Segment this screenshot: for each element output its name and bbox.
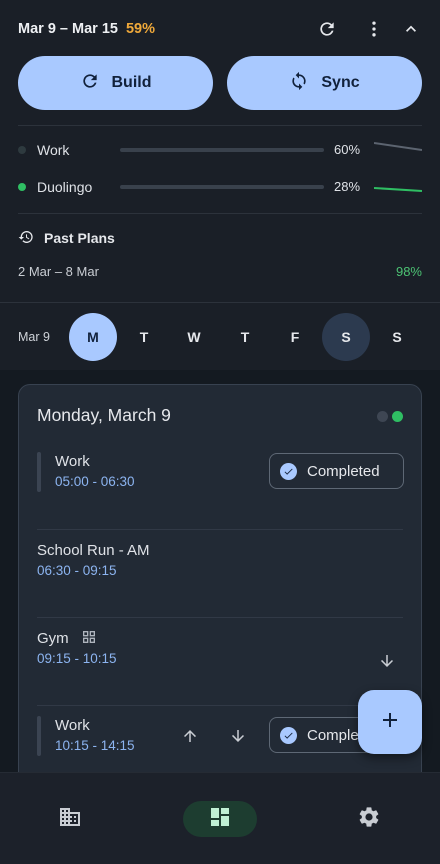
week-completion-percent: 59% (125, 21, 155, 37)
past-plan-range[interactable]: 2 Mar – 8 Mar (18, 264, 99, 279)
week-date-range: Mar 9 – Mar 15 (18, 21, 118, 37)
bottom-navigation (0, 772, 440, 864)
build-button-label: Build (111, 74, 152, 91)
refresh-icon[interactable] (316, 18, 338, 40)
block-name: Work (55, 717, 90, 734)
block-indicator (37, 452, 41, 492)
nav-dashboard[interactable] (183, 801, 257, 837)
completed-label: Completed (307, 462, 380, 480)
divider (18, 213, 422, 214)
nav-settings[interactable] (332, 801, 406, 837)
add-button[interactable] (358, 690, 422, 754)
more-vert-icon[interactable] (363, 18, 385, 40)
block-time: 09:15 - 10:15 (37, 651, 117, 666)
time-block[interactable]: Work 05:00 - 06:30 Completed (19, 442, 421, 530)
move-down-icon[interactable] (375, 649, 399, 673)
day-chip-mon[interactable]: M (69, 313, 117, 361)
move-up-icon[interactable] (178, 724, 202, 748)
move-down-icon[interactable] (226, 724, 250, 748)
status-dot (377, 411, 388, 422)
time-block[interactable]: Gym 09:15 - 10:15 (19, 618, 421, 706)
dashboard-icon (208, 805, 232, 834)
history-icon (18, 229, 34, 248)
block-name: School Run - AM (37, 542, 150, 559)
nav-building[interactable] (33, 801, 107, 837)
day-status-dots (377, 411, 403, 422)
completed-button[interactable]: Completed (269, 453, 404, 489)
tracker-color-dot (18, 183, 26, 191)
sync-icon (289, 71, 309, 96)
tracker-percent: 60% (334, 142, 361, 157)
day-chip-thu[interactable]: T (221, 313, 269, 361)
block-time: 06:30 - 09:15 (37, 563, 117, 578)
tracker-progress-bar (120, 185, 324, 189)
refresh-icon (80, 71, 100, 96)
block-name: Work (55, 453, 90, 470)
build-button[interactable]: Build (18, 56, 213, 110)
tracker-row-work[interactable]: Work 60% (18, 140, 422, 160)
day-chip-fri[interactable]: F (271, 313, 319, 361)
settings-icon (357, 805, 381, 834)
block-time: 10:15 - 14:15 (55, 738, 135, 753)
sync-button[interactable]: Sync (227, 56, 422, 110)
tracker-trend-sparkline (374, 187, 422, 192)
day-chip-tue[interactable]: T (120, 313, 168, 361)
tracker-name: Work (37, 142, 70, 158)
sync-button-label: Sync (321, 74, 360, 91)
divider (18, 125, 422, 126)
week-strip: Mar 9 M T W T F S S (0, 312, 440, 362)
week-header: Mar 9 – Mar 15 59% (18, 18, 422, 40)
tracker-name: Duolingo (37, 179, 93, 195)
block-indicator (37, 716, 41, 756)
past-plans-title: Past Plans (44, 230, 115, 246)
time-block[interactable]: School Run - AM 06:30 - 09:15 (19, 530, 421, 618)
collapse-icon[interactable] (400, 18, 422, 40)
week-start-label: Mar 9 (18, 330, 50, 344)
tracker-percent: 28% (334, 179, 361, 194)
tracker-row-duolingo[interactable]: Duolingo 28% (18, 177, 422, 197)
block-name: Gym (37, 630, 69, 647)
day-chip-wed[interactable]: W (170, 313, 218, 361)
past-plan-percent: 98% (395, 264, 422, 279)
tracker-color-dot (18, 146, 26, 154)
day-chip-sat[interactable]: S (322, 313, 370, 361)
check-circle-icon (280, 726, 297, 744)
add-icon (378, 708, 402, 737)
tracker-trend-sparkline (374, 142, 422, 151)
block-time: 05:00 - 06:30 (55, 474, 135, 489)
divider (0, 302, 440, 303)
day-chip-sun[interactable]: S (373, 313, 421, 361)
day-card-title: Monday, March 9 (37, 405, 171, 425)
past-plans-header[interactable]: Past Plans (18, 228, 115, 248)
check-circle-icon (280, 462, 297, 480)
grid-icon (81, 629, 97, 650)
building-icon (58, 805, 82, 834)
tracker-progress-bar (120, 148, 324, 152)
status-dot (392, 411, 403, 422)
plan-summary-panel: Mar 9 – Mar 15 59% Build Sync Work 60% D (0, 0, 440, 370)
